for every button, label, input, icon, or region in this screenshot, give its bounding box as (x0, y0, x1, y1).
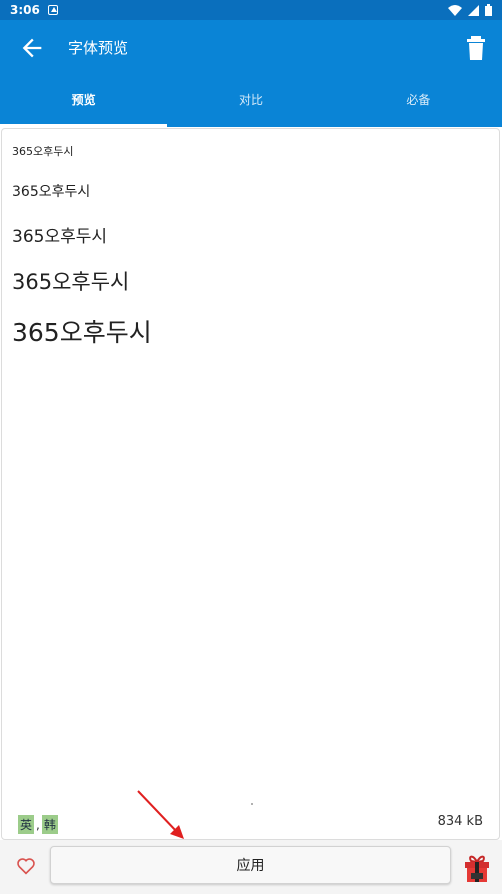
wifi-icon (448, 4, 462, 16)
heart-outline-icon[interactable] (16, 857, 36, 875)
scroll-dot (251, 803, 253, 805)
apply-button[interactable]: 应用 (50, 846, 451, 884)
battery-icon (485, 4, 492, 16)
font-sample-l: 365오후두시 (12, 270, 130, 294)
arrow-left-icon[interactable] (18, 34, 46, 62)
gift-icon[interactable] (464, 854, 490, 882)
tab-essentials[interactable]: 必备 (335, 76, 502, 127)
tab-preview[interactable]: 预览 (0, 76, 168, 127)
language-tags: 英 , 韩 (18, 815, 58, 834)
font-sample-s: 365오후두시 (12, 184, 91, 200)
font-sample-xl: 365오후두시 (12, 318, 152, 347)
notification-icon (47, 5, 58, 15)
page-title: 字体预览 (68, 39, 129, 57)
tab-compare[interactable]: 对比 (167, 76, 334, 127)
app-bar: 字体预览 (0, 20, 502, 76)
font-sample-xs: 365오후두시 (12, 145, 74, 158)
font-preview-card: 365오후두시 365오후두시 365오후두시 365오후두시 365오후두시 … (1, 128, 500, 840)
file-size: 834 kB (437, 814, 483, 829)
tab-bar: 预览 对比 必备 (0, 76, 502, 127)
status-time: 3:06 (10, 3, 40, 17)
language-tag-korean: 韩 (41, 815, 58, 834)
annotation-arrow (137, 790, 184, 839)
language-separator: , (36, 817, 40, 832)
bottom-bar: 应用 (0, 840, 502, 894)
status-icons (448, 4, 492, 16)
status-bar: 3:06 (0, 0, 502, 20)
font-sample-m: 365오후두시 (12, 227, 108, 247)
signal-icon (468, 4, 479, 16)
trash-icon[interactable] (466, 36, 486, 60)
language-tag-english: 英 (18, 815, 35, 834)
